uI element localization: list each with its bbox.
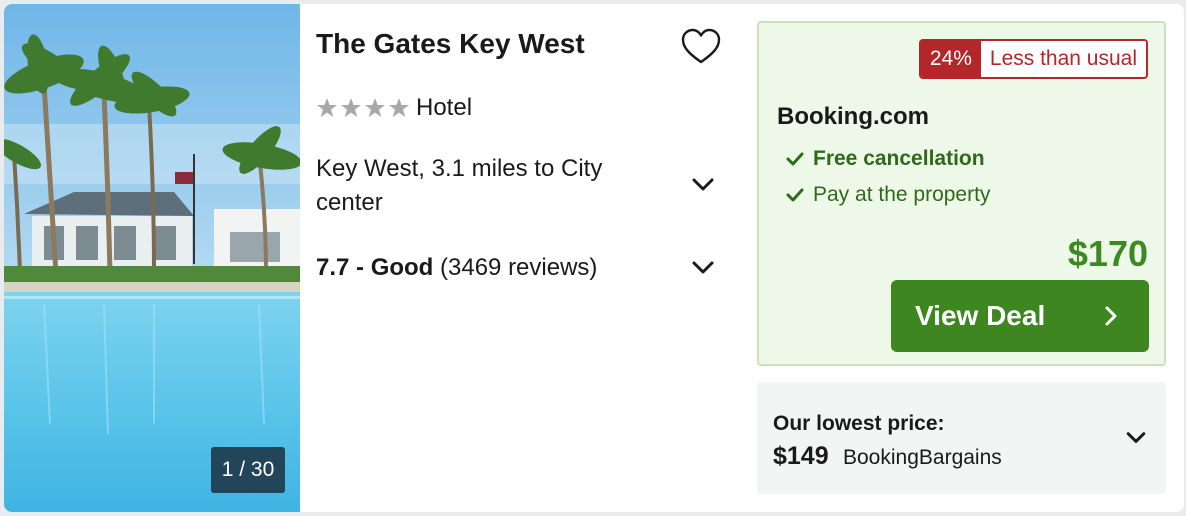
badge-percentage: 24% xyxy=(920,41,981,77)
feature-pay-at-property: Pay at the property xyxy=(785,183,990,207)
star-icon xyxy=(317,98,409,117)
deal-price: $170 xyxy=(1067,233,1148,274)
chevron-down-icon xyxy=(692,178,714,191)
heart-outline-icon xyxy=(681,28,721,64)
deal-provider: Booking.com xyxy=(777,103,930,130)
view-deal-label: View Deal xyxy=(915,300,1046,331)
chevron-down-icon xyxy=(692,261,714,274)
price-drop-badge: 24% Less than usual xyxy=(918,39,1148,79)
lowest-price-label: Our lowest price: xyxy=(773,412,945,435)
rating-score: 7.7 - Good xyxy=(316,254,434,281)
hotel-rating: 7.7 - Good (3469 reviews) xyxy=(316,254,597,282)
lowest-price-provider: BookingBargains xyxy=(843,446,1002,469)
feature-label: Pay at the property xyxy=(813,183,991,206)
lowest-price-panel[interactable]: Our lowest price: $149 BookingBargains xyxy=(757,382,1166,494)
favorite-button[interactable] xyxy=(678,24,724,70)
hotel-photo-image xyxy=(4,4,300,512)
check-icon xyxy=(786,188,804,202)
rating-reviews: (3469 reviews) xyxy=(440,254,598,281)
hotel-result-card[interactable]: 1 / 30 The Gates Key West Hotel Key West… xyxy=(4,4,1184,512)
hotel-type: Hotel xyxy=(416,94,473,121)
rating-expand-button[interactable] xyxy=(688,253,718,283)
lowest-price-value: $149 xyxy=(773,442,829,470)
feature-free-cancellation: Free cancellation xyxy=(785,147,985,171)
location-expand-button[interactable] xyxy=(688,170,718,200)
star-rating xyxy=(316,97,412,121)
feature-label: Free cancellation xyxy=(813,147,985,170)
badge-text: Less than usual xyxy=(980,41,1146,77)
view-deal-button[interactable]: View Deal xyxy=(891,280,1149,352)
chevron-right-icon xyxy=(1099,304,1123,328)
chevron-down-icon xyxy=(1126,432,1146,443)
hotel-photo[interactable]: 1 / 30 xyxy=(4,4,300,512)
lowest-price-expand-button[interactable] xyxy=(1123,425,1149,451)
check-icon xyxy=(786,152,804,166)
photo-counter: 1 / 30 xyxy=(211,447,285,493)
hotel-name[interactable]: The Gates Key West xyxy=(316,28,585,60)
top-deal-panel[interactable]: 24% Less than usual Booking.com Free can… xyxy=(757,21,1166,366)
hotel-location: Key West, 3.1 miles to City center xyxy=(316,155,603,216)
